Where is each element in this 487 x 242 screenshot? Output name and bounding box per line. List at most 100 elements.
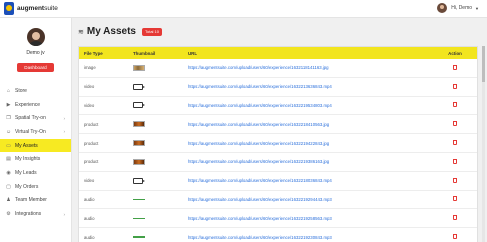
assets-table: File Type Thumbnail URL Action image http… (78, 46, 478, 242)
product-thumbnail[interactable] (133, 158, 145, 165)
action-cell (433, 121, 477, 127)
cube-icon: ❒ (6, 115, 11, 122)
brand-logo[interactable]: augmentsuite (4, 2, 58, 15)
table-row: video https://augmentsuite.com/upload/use… (79, 78, 477, 97)
column-action: Action (448, 50, 462, 56)
scrollbar[interactable] (482, 46, 485, 242)
user-icon: ◉ (6, 169, 11, 176)
table-row: audio https://augmentsuite.com/upload/use… (79, 191, 477, 210)
profile-name: Demo jv (26, 50, 45, 56)
trash-icon[interactable] (453, 140, 457, 146)
table-row: product https://augmentsuite.com/upload/u… (79, 115, 477, 135)
sidebar-item-label: Integrations (15, 211, 42, 218)
table-row: audio https://augmentsuite.com/upload/use… (79, 228, 477, 242)
table-row: video https://augmentsuite.com/upload/use… (79, 172, 477, 191)
thumbnail-cell (129, 102, 183, 109)
asset-url-link[interactable]: https://augmentsuite.com/upload/users/60… (183, 122, 433, 127)
trash-icon[interactable] (453, 177, 457, 183)
trash-icon[interactable] (453, 215, 457, 221)
sidebar-item-label: My Orders (15, 183, 39, 190)
plug-icon: ⚙ (6, 211, 11, 218)
table-row: product https://augmentsuite.com/upload/u… (79, 153, 477, 172)
file-type-cell: video (84, 102, 95, 108)
sidebar-item-my-orders[interactable]: ▢ My Orders (0, 180, 71, 194)
trash-icon[interactable] (453, 196, 457, 202)
sidebar-item-integrations[interactable]: ⚙ Integrations › (0, 207, 71, 221)
action-cell (433, 83, 477, 90)
sidebar-item-experience[interactable]: ▶ Experience (0, 98, 71, 112)
chevron-right-icon: › (63, 211, 66, 217)
action-cell (433, 234, 477, 240)
trash-icon[interactable] (453, 83, 457, 89)
sidebar-item-label: Store (15, 87, 27, 94)
user-menu[interactable]: Hi, Demo ▼ (437, 3, 479, 13)
product-thumbnail[interactable] (133, 121, 145, 128)
table-header: File Type Thumbnail URL Action (79, 47, 477, 59)
main-content: ≋ My Assets Total 10 File Type Thumbnail… (72, 18, 487, 242)
sidebar-item-label: Team Member (15, 197, 47, 204)
user-greeting: Hi, Demo (451, 5, 473, 11)
thumbnail-cell (129, 158, 183, 165)
asset-url-link[interactable]: https://augmentsuite.com/upload/users/60… (183, 103, 433, 108)
sidebar: Demo jv Dashboard ⌂ Store ▶ Experience ❒ Spat… (0, 18, 72, 242)
page-header: ≋ My Assets Total 10 (78, 26, 162, 37)
asset-url-link[interactable]: https://augmentsuite.com/upload/users/60… (183, 141, 433, 146)
video-camera-icon[interactable] (133, 177, 145, 184)
video-camera-icon[interactable] (133, 83, 145, 90)
sidebar-item-my-insights[interactable]: ▤ My Insights (0, 152, 71, 166)
file-type-cell: video (84, 84, 95, 90)
audio-wave-icon[interactable] (133, 236, 145, 238)
thumbnail-cell (129, 236, 183, 238)
audio-wave-icon[interactable] (133, 198, 145, 201)
file-type-cell: product (84, 159, 99, 165)
trash-icon[interactable] (453, 64, 457, 70)
asset-url-link[interactable]: https://augmentsuite.com/upload/users/60… (183, 159, 433, 164)
page-title: My Assets (86, 26, 136, 37)
column-url: URL (188, 50, 198, 56)
team-icon: ♟ (6, 197, 11, 204)
action-cell (433, 64, 477, 71)
image-thumbnail[interactable] (133, 64, 145, 71)
sidebar-item-label: My Leads (15, 169, 37, 176)
asset-url-link[interactable]: https://augmentsuite.com/upload/users/60… (183, 65, 433, 70)
profile-avatar (26, 28, 45, 46)
action-cell (433, 215, 477, 221)
sidebar-item-virtual-try-on[interactable]: ☺ Virtual Try-On › (0, 125, 71, 139)
table-row: audio https://augmentsuite.com/upload/use… (79, 209, 477, 229)
file-type-cell: product (84, 140, 99, 146)
sidebar-item-store[interactable]: ⌂ Store (0, 84, 71, 98)
asset-url-link[interactable]: https://augmentsuite.com/upload/users/60… (183, 216, 433, 221)
table-body: image https://augmentsuite.com/upload/use… (79, 59, 477, 242)
action-cell (433, 102, 477, 108)
sidebar-item-label: My Assets (15, 142, 38, 149)
trash-icon[interactable] (453, 121, 457, 127)
trash-icon[interactable] (453, 234, 457, 240)
sidebar-item-my-assets[interactable]: ▭ My Assets (0, 138, 71, 153)
asset-url-link[interactable]: https://augmentsuite.com/upload/users/60… (183, 84, 433, 89)
trash-icon[interactable] (453, 158, 457, 164)
asset-url-link[interactable]: https://augmentsuite.com/upload/users/60… (183, 197, 433, 202)
logo-text: augmentsuite (17, 5, 58, 12)
video-camera-icon[interactable] (133, 102, 145, 109)
chevron-right-icon: › (63, 129, 66, 135)
dashboard-button[interactable]: Dashboard (17, 63, 54, 72)
audio-wave-icon[interactable] (133, 217, 145, 220)
total-badge: Total 10 (141, 27, 162, 36)
asset-url-link[interactable]: https://augmentsuite.com/upload/users/60… (183, 235, 433, 240)
chart-icon: ▤ (6, 156, 11, 163)
user-avatar (437, 3, 448, 13)
sidebar-item-team-member[interactable]: ♟ Team Member (0, 194, 71, 208)
action-cell (433, 196, 477, 202)
action-cell (433, 177, 477, 184)
asset-url-link[interactable]: https://augmentsuite.com/upload/users/60… (183, 178, 433, 183)
table-row: product https://augmentsuite.com/upload/u… (79, 134, 477, 153)
sidebar-item-spatial-try-on[interactable]: ❒ Spatial Try-on › (0, 111, 71, 125)
trash-icon[interactable] (453, 102, 457, 108)
scrollbar-thumb[interactable] (482, 46, 485, 82)
file-type-cell: product (84, 121, 99, 127)
sidebar-item-my-leads[interactable]: ◉ My Leads (0, 166, 71, 180)
column-thumbnail: Thumbnail (133, 50, 156, 56)
product-thumbnail[interactable] (133, 140, 145, 147)
thumbnail-cell (129, 198, 183, 201)
sidebar-item-label: Spatial Try-on (15, 115, 46, 122)
